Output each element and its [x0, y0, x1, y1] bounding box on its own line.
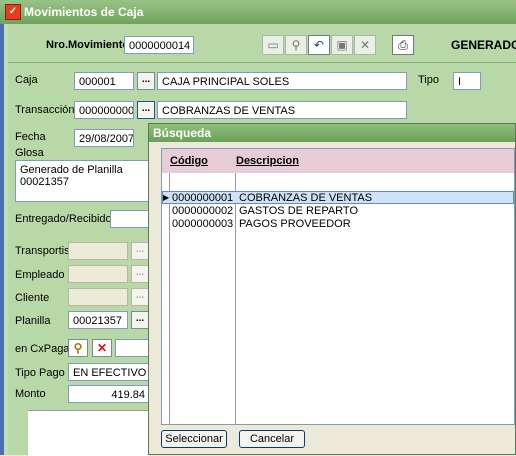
window-border — [4, 24, 8, 455]
empleado-lookup-button: ... — [131, 265, 149, 283]
column-header-descripcion[interactable]: Descripcion — [236, 155, 299, 167]
grid-header: Código Descripcion — [162, 149, 514, 173]
column-header-codigo[interactable]: Código — [170, 155, 208, 167]
header-divider — [8, 62, 516, 63]
print-icon[interactable]: ⎙ — [392, 35, 414, 55]
monto-field[interactable]: 419.84 — [68, 385, 150, 403]
transaccion-desc-field: COBRANZAS DE VENTAS — [157, 101, 407, 119]
transportista-field — [68, 242, 128, 260]
clear-icon[interactable]: ✕ — [92, 339, 112, 357]
cliente-field — [68, 288, 128, 306]
transaccion-lookup-button[interactable]: ... — [137, 101, 155, 119]
tipopago-label: Tipo Pago — [15, 367, 65, 379]
tipopago-select[interactable]: EN EFECTIVO — [68, 363, 150, 381]
tipo-field[interactable]: I — [453, 72, 481, 90]
search-icon[interactable]: ⚲ — [68, 339, 88, 357]
caja-label: Caja — [15, 74, 38, 86]
nro-movimiento-field[interactable]: 0000000014 — [124, 36, 194, 54]
table-row[interactable]: ▶ 0000000001 COBRANZAS DE VENTAS — [162, 191, 514, 204]
cxpagar-label: en CxPagar — [15, 343, 74, 355]
status-label: GENERADO — [451, 38, 516, 52]
seleccionar-button[interactable]: Seleccionar — [161, 430, 227, 448]
row-descripcion: PAGOS PROVEEDOR — [239, 218, 351, 230]
transaccion-code-field[interactable]: 0000000001 — [74, 101, 134, 119]
empleado-label: Empleado — [15, 269, 65, 281]
fecha-field[interactable]: 29/08/2007 — [74, 129, 134, 147]
window-title: Movimientos de Caja — [24, 5, 144, 19]
entregado-field[interactable] — [110, 210, 150, 228]
busqueda-dialog: Búsqueda Código Descripcion ▶ 0000000001… — [148, 123, 516, 455]
cxpagar-field[interactable] — [115, 339, 150, 357]
nro-movimiento-label: Nro.Movimiento — [46, 39, 130, 51]
fecha-label: Fecha — [15, 131, 46, 143]
planilla-lookup-button[interactable]: ... — [131, 311, 149, 329]
lower-panel — [28, 410, 148, 456]
title-bar: ✓ Movimientos de Caja — [0, 0, 516, 24]
results-grid: Código Descripcion ▶ 0000000001 COBRANZA… — [161, 148, 515, 425]
row-pointer-icon: ▶ — [163, 193, 170, 202]
row-descripcion: GASTOS DE REPARTO — [239, 205, 358, 217]
undo-icon[interactable]: ↶ — [308, 35, 330, 55]
caja-code-field[interactable]: 000001 — [74, 72, 134, 90]
save-icon[interactable]: ▣ — [331, 35, 353, 55]
row-codigo: 0000000002 — [172, 205, 234, 217]
transaccion-label: Transacción — [15, 104, 75, 116]
cliente-lookup-button: ... — [131, 288, 149, 306]
delete-icon[interactable]: ✕ — [354, 35, 376, 55]
tipo-label: Tipo — [418, 74, 439, 86]
search-icon[interactable]: ⚲ — [285, 35, 307, 55]
cliente-label: Cliente — [15, 292, 50, 304]
app-icon: ✓ — [5, 4, 21, 20]
planilla-label: Planilla — [15, 315, 51, 327]
glosa-text: Generado de Planilla 00021357 — [20, 164, 123, 188]
monto-label: Monto — [15, 388, 46, 400]
row-descripcion: COBRANZAS DE VENTAS — [239, 192, 373, 204]
row-codigo: 0000000003 — [172, 218, 234, 230]
caja-lookup-button[interactable]: ... — [137, 72, 155, 90]
glosa-label: Glosa — [15, 147, 44, 159]
cancelar-button[interactable]: Cancelar — [239, 430, 305, 448]
new-document-icon[interactable]: ▭ — [262, 35, 284, 55]
planilla-field[interactable]: 00021357 — [68, 311, 128, 329]
caja-desc-field: CAJA PRINCIPAL SOLES — [157, 72, 407, 90]
transportista-lookup-button: ... — [131, 242, 149, 260]
row-codigo: 0000000001 — [172, 192, 234, 204]
empleado-field — [68, 265, 128, 283]
dialog-title: Búsqueda — [149, 124, 515, 142]
table-row[interactable]: 0000000003 PAGOS PROVEEDOR — [162, 218, 514, 230]
table-row[interactable]: 0000000002 GASTOS DE REPARTO — [162, 205, 514, 217]
glosa-textarea[interactable]: Generado de Planilla 00021357 — [15, 160, 150, 202]
